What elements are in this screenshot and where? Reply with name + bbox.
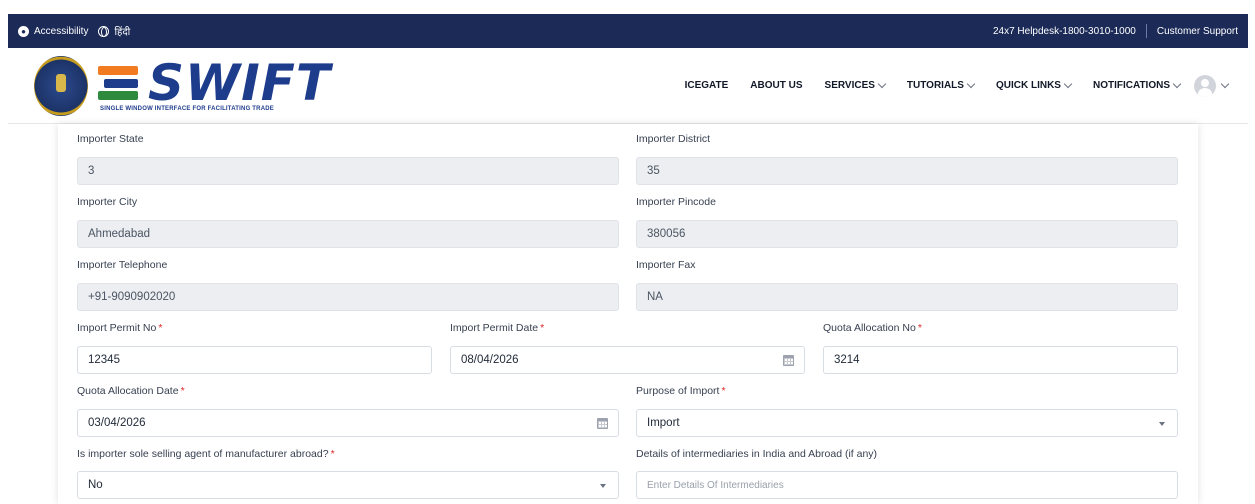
importer-district-label: Importer District [636,133,711,145]
nav-services[interactable]: SERVICES [824,79,887,91]
helpdesk-text: 24x7 Helpdesk-1800-3010-1000 [992,25,1136,37]
importer-details-form: Importer State 3 Importer District 35 Im… [58,124,1198,504]
field-value: +91-9090902020 [88,291,176,303]
nav-quick-links[interactable]: QUICK LINKS [995,79,1073,91]
required-marker: * [158,322,163,334]
purpose-of-import-select[interactable]: Import [636,409,1178,437]
label-text: Quota Allocation Date [77,385,179,397]
nav-label: NOTIFICATIONS [1092,80,1170,91]
field-value: 12345 [88,354,120,366]
field-value: 380056 [647,228,686,240]
language-label: हिंदी [114,27,131,38]
logo-tagline: SINGLE WINDOW INTERFACE FOR FACILITATING… [100,105,274,112]
calendar-icon[interactable] [783,355,794,366]
nav-label: QUICK LINKS [995,80,1061,91]
nav-icegate[interactable]: ICEGATE [685,80,729,91]
field-value: NA [647,291,663,303]
accessibility-label: Accessibility [34,25,89,37]
language-link[interactable]: हिंदी [98,24,130,38]
calendar-icon[interactable] [597,418,608,429]
sole-selling-agent-select[interactable]: No [77,471,619,499]
nav-label: ICEGATE [684,80,729,91]
intermediaries-label: Details of intermediaries in India and A… [636,448,878,460]
label-text: Quota Allocation No [823,322,916,334]
nav-tutorials[interactable]: TUTORIALS [906,79,976,91]
quota-allocation-date-input[interactable]: 03/04/2026 [77,409,619,437]
chevron-down-icon [1172,79,1182,89]
purpose-of-import-label: Purpose of Import * [636,385,726,397]
selected-value: Import [647,417,680,429]
importer-city-field[interactable]: Ahmedabad [77,220,619,248]
label-text: Import Permit Date [450,322,539,334]
chevron-down-icon [877,79,887,89]
swift-logo: SWIFT SINGLE WINDOW INTERFACE FOR FACILI… [98,53,332,112]
importer-district-field[interactable]: 35 [636,157,1178,185]
nav-label: ABOUT US [750,80,803,91]
globe-icon [98,25,110,37]
importer-city-label: Importer City [77,196,138,208]
import-permit-date-input[interactable]: 08/04/2026 [450,346,805,374]
label-text: Is importer sole selling agent of manufa… [77,448,329,460]
importer-fax-label: Importer Fax [636,259,696,271]
chevron-down-icon [1220,79,1230,89]
selected-value: No [88,479,103,491]
chevron-down-icon [966,79,976,89]
logo-wordmark: SWIFT [148,53,332,112]
importer-pincode-label: Importer Pincode [636,196,716,208]
utility-right: 24x7 Helpdesk-1800-3010-1000 Customer Su… [993,24,1238,38]
import-permit-no-input[interactable]: 12345 [77,346,432,374]
chevron-down-icon [1063,79,1073,89]
importer-telephone-field[interactable]: +91-9090902020 [77,283,619,311]
label-text: Import Permit No [77,322,157,334]
required-marker: * [540,322,545,334]
sole-selling-agent-label: Is importer sole selling agent of manufa… [77,448,335,460]
top-utility-bar: ● Accessibility हिंदी 24x7 Helpdesk-1800… [8,14,1248,48]
importer-state-field[interactable]: 3 [77,157,619,185]
avatar-icon [1194,74,1216,97]
importer-pincode-field[interactable]: 380056 [636,220,1178,248]
required-marker: * [917,322,922,334]
quota-allocation-date-label: Quota Allocation Date * [77,385,185,397]
field-value: 03/04/2026 [88,417,146,429]
import-permit-no-label: Import Permit No * [77,322,162,334]
quota-allocation-no-label: Quota Allocation No * [823,322,922,334]
customs-emblem-logo [34,55,88,116]
caret-down-icon [600,484,606,488]
placeholder-text: Enter Details Of Intermediaries [647,479,784,491]
nav-about-us[interactable]: ABOUT US [750,80,802,91]
field-value: 08/04/2026 [461,354,519,366]
nav-label: SERVICES [824,80,875,91]
field-value: Ahmedabad [88,228,151,240]
utility-left: ● Accessibility हिंदी [18,24,130,38]
nav-notifications[interactable]: NOTIFICATIONS [1092,79,1182,91]
label-text: Purpose of Import [636,385,720,397]
customer-support-link[interactable]: Customer Support [1157,26,1238,37]
main-nav: ICEGATE ABOUT US SERVICES TUTORIALS QUIC… [685,79,1182,91]
flag-arrows-mark [98,64,144,102]
caret-down-icon [1159,422,1165,426]
required-marker: * [180,385,185,397]
accessibility-icon: ● [18,25,29,37]
required-marker: * [721,385,726,397]
user-menu[interactable] [1194,74,1230,97]
site-header: SWIFT SINGLE WINDOW INTERFACE FOR FACILI… [8,48,1248,124]
importer-fax-field[interactable]: NA [636,283,1178,311]
importer-telephone-label: Importer Telephone [77,259,168,271]
brand[interactable]: SWIFT SINGLE WINDOW INTERFACE FOR FACILI… [34,53,332,116]
field-value: 3 [88,165,95,177]
required-marker: * [330,448,335,460]
intermediaries-input[interactable]: Enter Details Of Intermediaries [636,471,1178,499]
field-value: 3214 [834,354,860,366]
nav-label: TUTORIALS [906,80,964,91]
quota-allocation-no-input[interactable]: 3214 [823,346,1178,374]
import-permit-date-label: Import Permit Date * [450,322,544,334]
divider [1145,24,1147,38]
logo-row: SWIFT [98,53,332,112]
importer-state-label: Importer State [77,133,144,145]
field-value: 35 [647,165,660,177]
accessibility-link[interactable]: ● Accessibility [18,25,89,37]
